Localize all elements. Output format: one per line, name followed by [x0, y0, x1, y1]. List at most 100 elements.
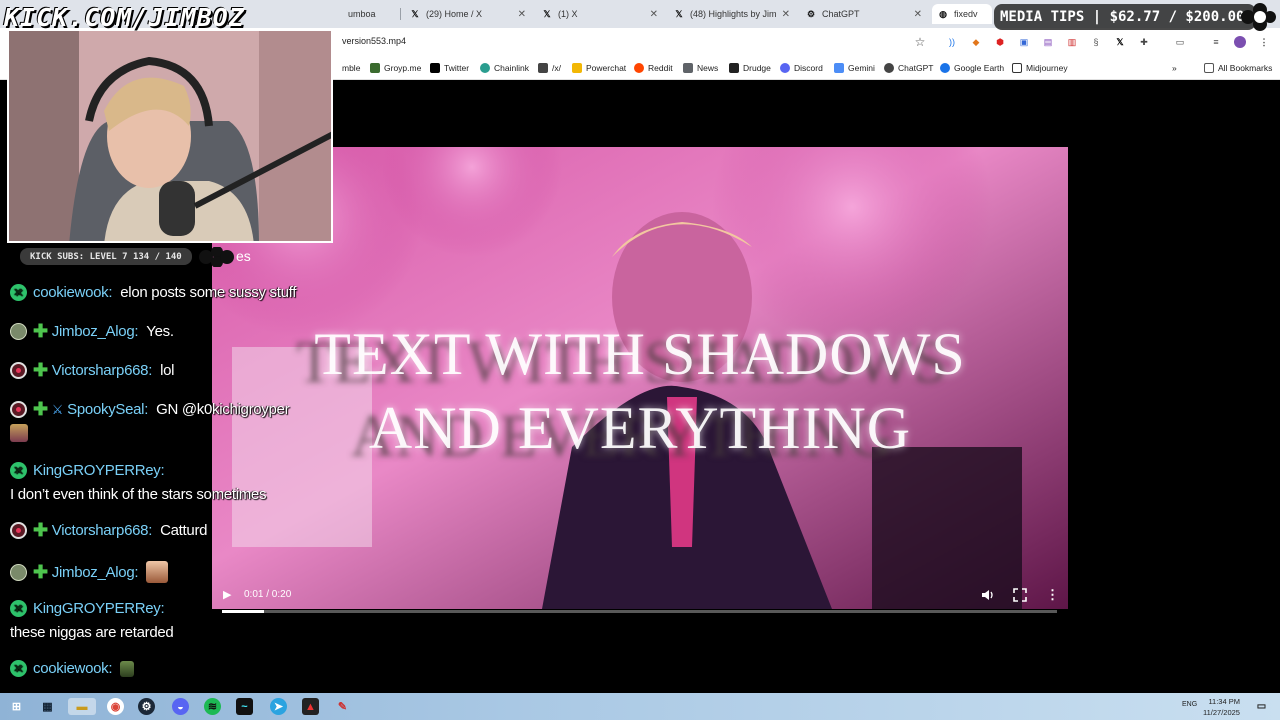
tab-chatgpt[interactable]: ⚙ ChatGPT ✕ [800, 4, 928, 24]
kick-badge-icon: ✕ [10, 660, 27, 677]
tab-label: fixedv [954, 9, 978, 19]
metamask-icon[interactable]: ◆ [970, 36, 982, 48]
midjourney-icon [1012, 63, 1022, 73]
bookmark-item[interactable]: Twitter [430, 61, 469, 75]
chat-username: cookiewook: [33, 284, 113, 301]
spotify-icon[interactable]: ≋ [204, 698, 221, 715]
url-field[interactable]: version553.mp4 [342, 36, 406, 46]
kick-badge-icon: ✕ [10, 284, 27, 301]
chat-message: ✚ Victorsharp668: lol [10, 360, 175, 380]
chat-text: Yes. [146, 323, 174, 340]
chrome-icon[interactable]: ◉ [107, 698, 124, 715]
x-icon[interactable]: 𝕏 [1114, 36, 1126, 48]
play-icon[interactable]: ▶ [223, 588, 235, 602]
bookmark-item[interactable]: Groyp.me [370, 61, 421, 75]
x-icon: 𝕏 [675, 8, 683, 19]
close-icon[interactable]: ✕ [518, 9, 526, 20]
bookmark-item[interactable]: Midjourney [1012, 61, 1068, 75]
system-clock[interactable]: 11:34 PM 11/27/2025 [1203, 696, 1240, 718]
close-icon[interactable]: ✕ [914, 9, 922, 20]
file-explorer-icon[interactable]: ▬ [68, 698, 96, 715]
steam-icon[interactable]: ⚙ [138, 698, 155, 715]
globe-badge-icon [10, 563, 27, 581]
terminal-icon[interactable]: ~ [236, 698, 253, 715]
discord-icon[interactable]: ◒ [172, 698, 189, 715]
google-earth-icon [940, 63, 950, 73]
notification-icon[interactable]: ▭ [1253, 698, 1270, 715]
extension-icon[interactable]: ▥ [1066, 36, 1078, 48]
bookmark-item[interactable]: Drudge [729, 61, 771, 75]
chat-username: KingGROYPERRey: [33, 600, 165, 617]
volume-icon[interactable] [981, 588, 995, 602]
close-icon[interactable]: ✕ [650, 9, 658, 20]
video-controls: ▶ 0:01 / 0:20 ⋮ [212, 580, 1068, 620]
close-icon[interactable]: ✕ [782, 9, 790, 20]
bookmark-item[interactable]: News [683, 61, 718, 75]
x-icon [430, 63, 440, 73]
bookmark-item[interactable]: Gemini [834, 61, 875, 75]
chat-text: elon posts some sussy stuff [120, 284, 297, 301]
extension-icon[interactable]: § [1090, 36, 1102, 48]
seek-bar[interactable] [222, 610, 1057, 613]
tab-video-active[interactable]: ◍ fixedv [932, 4, 992, 24]
bookmark-star-icon[interactable]: ☆ [914, 35, 926, 49]
app-icon[interactable]: ▲ [302, 698, 319, 715]
telegram-icon[interactable]: ➤ [270, 698, 287, 715]
more-bookmarks-button[interactable]: » [1172, 61, 1177, 75]
bookmark-item[interactable]: Powerchat [572, 61, 626, 75]
tab-kick[interactable]: umboa [342, 4, 392, 24]
clock-date: 11/27/2025 [1203, 708, 1240, 717]
chevron-right-icon: » [1172, 63, 1177, 73]
plus-badge-icon: ✚ [33, 360, 48, 380]
bookmark-label: All Bookmarks [1218, 63, 1273, 73]
record-badge-icon [10, 522, 27, 539]
bookmark-item[interactable]: /x/ [538, 61, 561, 75]
app-icon[interactable]: ✎ [334, 698, 351, 715]
x-icon: 𝕏 [411, 8, 419, 19]
tab-x-home[interactable]: 𝕏 (29) Home / X ✕ [404, 4, 532, 24]
language-indicator[interactable]: ENG [1182, 701, 1197, 708]
chat-username: SpookySeal: [67, 401, 149, 418]
bookmark-item[interactable]: ChatGPT [884, 61, 933, 75]
chatgpt-icon [884, 63, 894, 73]
tab-search-icon[interactable]: ▭ [1174, 36, 1186, 48]
chat-username: Jimboz_Alog: [51, 563, 139, 581]
task-view-icon[interactable]: ▦ [39, 698, 56, 715]
puzzle-icon[interactable]: ✚ [1138, 36, 1150, 48]
bookmark-label: Reddit [648, 63, 673, 73]
cast-icon[interactable]: )) [946, 36, 958, 48]
tab-label: (48) Highlights by Jimbo [690, 9, 776, 19]
extension-icon[interactable]: ▣ [1018, 36, 1030, 48]
fourchan-icon [538, 63, 548, 73]
bookmark-item[interactable]: mble [342, 61, 360, 75]
reddit-icon [634, 63, 644, 73]
tab-label: (1) X [558, 9, 578, 19]
chat-username: cookiewook: [33, 660, 113, 677]
reading-list-icon[interactable]: ≡ [1210, 36, 1222, 48]
bookmark-label: Powerchat [586, 63, 627, 73]
tab-x-highlights[interactable]: 𝕏 (48) Highlights by Jimbo ✕ [668, 4, 796, 24]
plus-badge-icon: ✚ [33, 399, 48, 419]
bookmark-label: /x/ [552, 63, 561, 73]
windows-start-icon[interactable]: ⊞ [8, 698, 25, 715]
bookmark-item[interactable]: Reddit [634, 61, 673, 75]
fullscreen-icon[interactable] [1013, 588, 1027, 602]
more-options-icon[interactable]: ⋮ [1046, 588, 1059, 602]
gemini-icon [834, 63, 844, 73]
menu-icon[interactable]: ⋮ [1258, 36, 1270, 48]
extension-icon[interactable]: ▤ [1042, 36, 1054, 48]
chat-username: KingGROYPERRey: [33, 462, 165, 479]
ublock-icon[interactable]: ⬢ [994, 36, 1006, 48]
bookmark-item[interactable]: Chainlink [480, 61, 529, 75]
all-bookmarks-button[interactable]: All Bookmarks [1204, 61, 1272, 75]
chat-text: Catturd [160, 522, 208, 539]
tab-x-notifications[interactable]: 𝕏 (1) X ✕ [536, 4, 664, 24]
x-icon: 𝕏 [543, 8, 551, 19]
bookmark-item[interactable]: Google Earth [940, 61, 1004, 75]
video-player[interactable]: TEXT WITH SHADOWS AND EVERYTHING [212, 147, 1068, 609]
channel-logo: KICK.COM/JIMBOZ [4, 3, 245, 32]
bookmark-item[interactable]: Discord [780, 61, 823, 75]
avatar[interactable] [1234, 36, 1246, 48]
groyper-logo [199, 247, 234, 267]
chat-message: ✚ Victorsharp668: Catturd [10, 521, 208, 539]
